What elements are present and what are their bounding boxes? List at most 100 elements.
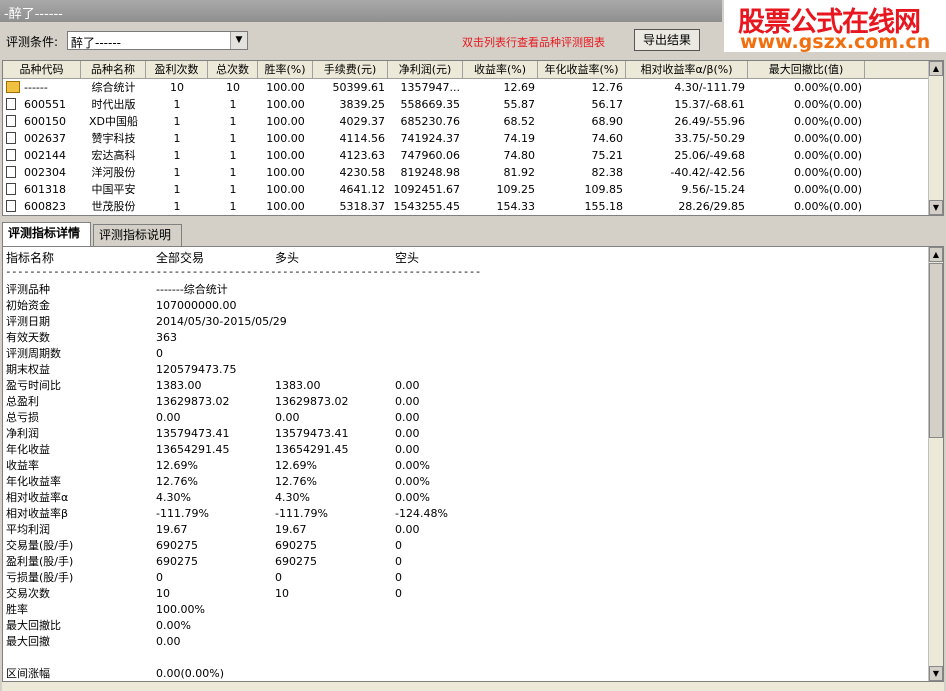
table-cell-code: 601318 <box>24 183 66 196</box>
indicator-value: 0 <box>395 587 402 600</box>
scroll-down-icon[interactable]: ▼ <box>929 666 943 681</box>
table-cell-annual: 109.85 <box>584 183 624 196</box>
table-cell-win: 1 <box>173 166 181 179</box>
indicator-name: 收益率 <box>6 459 39 472</box>
column-header[interactable]: 净利润(元) <box>388 61 463 78</box>
indicator-value: -124.48% <box>395 507 448 520</box>
detail-scrollbar[interactable]: ▲ ▼ <box>928 247 943 681</box>
column-header[interactable]: 收益率(%) <box>463 61 538 78</box>
scroll-thumb[interactable] <box>929 263 943 438</box>
table-row[interactable]: 600150 XD中国船 1 1 100.00 4029.37 685230.76 68.52… <box>3 113 930 130</box>
indicator-value: 0 <box>395 571 402 584</box>
chevron-down-icon[interactable]: ▼ <box>230 32 247 49</box>
column-header[interactable]: 年化收益率(%) <box>538 61 626 78</box>
table-cell-code: 002637 <box>24 132 66 145</box>
indicator-name: 期末权益 <box>6 363 50 376</box>
table-cell-profit: 1543255.45 <box>393 200 460 213</box>
scroll-down-icon[interactable]: ▼ <box>929 200 943 215</box>
table-cell-total: 1 <box>229 98 237 111</box>
indicator-value: 13629873.02 <box>275 395 349 408</box>
indicator-value: 1383.00 <box>156 379 202 392</box>
table-cell-rate: 100.00 <box>266 115 305 128</box>
tab-indicator-details[interactable]: 评测指标详情 <box>2 222 91 246</box>
table-cell-profit: 558669.35 <box>400 98 461 111</box>
indicator-value: 0.00 <box>275 411 300 424</box>
table-cell-ret: 55.87 <box>503 98 536 111</box>
indicator-name: 盈利量(股/手) <box>6 555 74 568</box>
column-header[interactable]: 品种代码 <box>3 61 81 78</box>
indicator-value: 12.69% <box>275 459 317 472</box>
table-row[interactable]: ------ 综合统计 10 10 100.00 50399.61 1357947... 12… <box>3 79 930 96</box>
indicator-value: -------综合统计 <box>156 283 228 296</box>
table-cell-rate: 100.00 <box>266 166 305 179</box>
column-header[interactable]: 最大回撤比(值) <box>748 61 865 78</box>
column-header[interactable]: 盈利次数 <box>146 61 208 78</box>
table-cell-ret: 74.19 <box>503 132 536 145</box>
tab-label: 评测指标说明 <box>99 228 172 242</box>
table-cell-ab: 33.75/-50.29 <box>674 132 745 145</box>
table-cell-win: 1 <box>173 200 181 213</box>
table-cell-dd: 0.00%(0.00) <box>793 183 862 196</box>
table-row[interactable]: 600551 时代出版 1 1 100.00 3839.25 558669.35 55.87 5… <box>3 96 930 113</box>
table-cell-annual: 155.18 <box>584 200 624 213</box>
indicator-value: 0.00% <box>156 619 191 632</box>
table-cell-name: 洋河股份 <box>91 166 136 179</box>
indicator-name: 交易次数 <box>6 587 50 600</box>
table-cell-dd: 0.00%(0.00) <box>793 81 862 94</box>
horizontal-scrollbar[interactable] <box>2 682 944 691</box>
indicator-value: 0 <box>395 539 402 552</box>
column-header[interactable]: 品种名称 <box>81 61 146 78</box>
tab-indicator-description[interactable]: 评测指标说明 <box>93 224 182 246</box>
table-cell-name: 世茂股份 <box>91 200 136 213</box>
table-cell-win: 1 <box>173 183 181 196</box>
scroll-up-icon[interactable]: ▲ <box>929 247 943 262</box>
indicator-value: 10 <box>275 587 289 600</box>
table-cell-total: 10 <box>226 81 240 94</box>
table-cell-total: 1 <box>229 115 237 128</box>
table-cell-fee: 3839.25 <box>339 98 386 111</box>
table-cell-ret: 12.69 <box>503 81 536 94</box>
table-cell-total: 1 <box>229 166 237 179</box>
table-cell-profit: 1357947... <box>400 81 460 94</box>
table-cell-win: 10 <box>170 81 184 94</box>
hint-text: 双击列表行查看品种评测图表 <box>462 36 605 49</box>
table-row[interactable]: 600823 世茂股份 1 1 100.00 5318.37 1543255.45 154.3… <box>3 198 930 215</box>
column-header[interactable]: 相对收益率α/β(%) <box>626 61 748 78</box>
table-cell-name: 宏达高科 <box>91 149 136 162</box>
column-header[interactable]: 总次数 <box>208 61 258 78</box>
condition-select[interactable]: 醉了------ ▼ <box>67 31 248 50</box>
column-header[interactable]: 手续费(元) <box>313 61 388 78</box>
table-cell-rate: 100.00 <box>266 183 305 196</box>
document-icon <box>6 98 16 110</box>
table-cell-total: 1 <box>229 149 237 162</box>
table-cell-annual: 74.60 <box>591 132 624 145</box>
column-header[interactable]: 胜率(%) <box>258 61 313 78</box>
table-cell-ret: 74.80 <box>503 149 536 162</box>
indicator-name: 相对收益率α <box>6 491 69 504</box>
scroll-up-icon[interactable]: ▲ <box>929 61 943 76</box>
table-row[interactable]: 002304 洋河股份 1 1 100.00 4230.58 819248.98 81.92 8… <box>3 164 930 181</box>
indicator-name: 最大回撤 <box>6 635 50 648</box>
table-cell-name: 赞宇科技 <box>91 132 136 145</box>
table-header: 品种代码 品种名称 盈利次数 总次数 胜率(%) 手续费(元) 净利润(元) 收益率(%) 年化… <box>3 61 930 79</box>
results-table[interactable]: 品种代码 品种名称 盈利次数 总次数 胜率(%) 手续费(元) 净利润(元) 收益率(%) 年化… <box>2 60 944 216</box>
table-row[interactable]: 002637 赞宇科技 1 1 100.00 4114.56 741924.37 74.19 7… <box>3 130 930 147</box>
indicator-name: 相对收益率β <box>6 507 69 520</box>
indicator-value: -111.79% <box>156 507 209 520</box>
watermark-logo: 股票公式在线网 www.gszx.com.cn <box>724 0 946 53</box>
table-cell-annual: 12.76 <box>591 81 624 94</box>
indicator-value: 363 <box>156 331 177 344</box>
table-cell-fee: 4029.37 <box>339 115 386 128</box>
indicator-value: 120579473.75 <box>156 363 237 376</box>
indicator-name: 胜率 <box>6 603 28 616</box>
table-scrollbar[interactable]: ▲ ▼ <box>928 61 943 215</box>
table-row[interactable]: 601318 中国平安 1 1 100.00 4641.12 1092451.67 109.2… <box>3 181 930 198</box>
table-row[interactable]: 002144 宏达高科 1 1 100.00 4123.63 747960.06 74.80 7… <box>3 147 930 164</box>
export-results-button[interactable]: 导出结果 <box>634 29 700 51</box>
indicator-value: 0 <box>156 347 163 360</box>
table-cell-ret: 68.52 <box>503 115 536 128</box>
table-cell-dd: 0.00%(0.00) <box>793 149 862 162</box>
indicator-value: 0.00% <box>395 459 430 472</box>
indicator-value: 0 <box>275 571 282 584</box>
indicator-name: 盈亏时间比 <box>6 379 61 392</box>
